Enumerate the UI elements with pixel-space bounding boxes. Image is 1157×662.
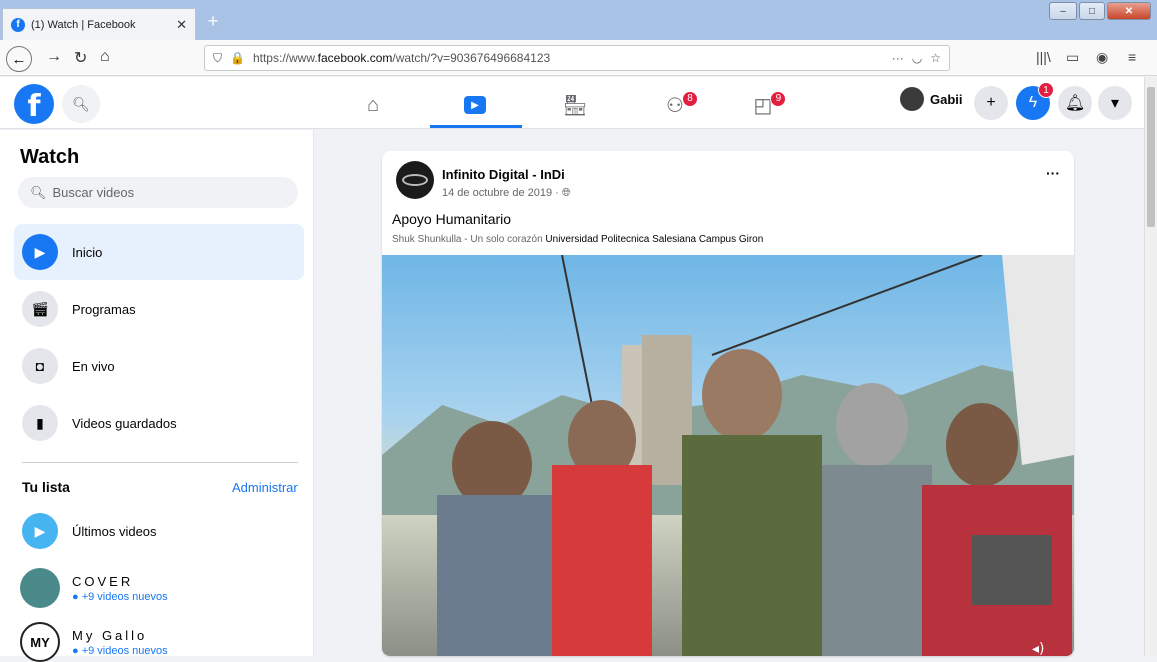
sidebar-divider <box>22 462 298 463</box>
active-tab-indicator <box>430 125 522 128</box>
channel-name: COVER <box>72 573 134 589</box>
channel-avatar <box>20 568 60 608</box>
sidebar-item-label: Inicio <box>72 244 103 260</box>
sidebar-title: Watch <box>20 146 80 168</box>
messenger-badge: 1 <box>1038 82 1054 98</box>
svg-text:◂): ◂) <box>1032 641 1045 656</box>
profile-name: Gabii <box>930 91 963 107</box>
channel-new-videos: ● +9 videos nuevos <box>72 644 168 657</box>
facebook-logo-icon[interactable]: f <box>14 84 54 124</box>
channel-new-videos: ● +9 videos nuevos <box>72 590 168 603</box>
facebook-favicon-icon: f <box>11 17 25 32</box>
tab-title: (1) Watch | Facebook <box>31 18 136 31</box>
home-icon[interactable]: ⌂ <box>100 48 110 66</box>
sidebar-item-label: Videos guardados <box>72 415 177 431</box>
nav-home-icon[interactable]: ⌂ <box>338 85 408 125</box>
create-plus-icon[interactable]: + <box>974 86 1008 120</box>
live-camera-icon: ◘ <box>22 348 58 384</box>
nav-groups-icon[interactable]: ⚇ 8 <box>640 85 710 125</box>
clapper-icon: 🎬︎ <box>22 291 58 327</box>
sidebar-item-programas[interactable]: 🎬︎ Programas <box>14 281 304 337</box>
reload-icon[interactable]: ↻ <box>74 48 87 68</box>
search-placeholder: Buscar videos <box>52 185 135 200</box>
pocket-icon[interactable]: ◡ <box>912 51 922 65</box>
page-actions-icon[interactable]: ··· <box>892 51 904 65</box>
minimize-button[interactable]: – <box>1049 2 1077 20</box>
play-icon: ▶ <box>22 513 58 549</box>
sidebar-item-label: En vivo <box>72 358 115 374</box>
watch-play-icon: ▶ <box>22 234 58 270</box>
manage-link[interactable]: Administrar <box>232 480 298 495</box>
messenger-icon[interactable]: ϟ1 <box>1016 82 1054 120</box>
new-tab-button[interactable]: + <box>202 10 224 32</box>
lock-icon[interactable]: 🔒 <box>230 51 245 65</box>
sidebar-item-latest-videos[interactable]: ▶ Últimos videos <box>14 503 304 559</box>
back-arrow-icon[interactable]: ← <box>6 46 32 72</box>
channel-item-cover[interactable]: COVER ● +9 videos nuevos <box>20 568 168 608</box>
window-controls: – □ ✕ <box>1049 2 1151 20</box>
account-menu-chevron-icon[interactable]: ▾ <box>1098 86 1132 120</box>
bookmark-icon: ▮ <box>22 405 58 441</box>
watch-sidebar: Watch 🔍︎ Buscar videos ▶ Inicio 🎬︎ Progr… <box>0 130 314 662</box>
channel-name: My Gallo <box>72 627 148 643</box>
channel-avatar: MY <box>20 622 60 662</box>
url-text: https://www.facebook.com/watch/?v=903676… <box>252 51 551 65</box>
page-scrollbar[interactable] <box>1144 77 1157 656</box>
post-date[interactable]: 14 de octubre de 2019 · 🌐︎ <box>442 187 571 200</box>
video-post: Infinito Digital - InDi 14 de octubre de… <box>382 151 1074 656</box>
gaming-badge: 9 <box>770 90 787 107</box>
notifications-bell-icon[interactable]: 🔔︎ <box>1058 86 1092 120</box>
sidebar-item-inicio[interactable]: ▶ Inicio <box>14 224 304 280</box>
shield-icon[interactable]: ⛉ <box>213 51 222 66</box>
globe-icon: 🌐︎ <box>561 187 571 199</box>
account-icon[interactable]: ◉ <box>1096 49 1108 66</box>
sidebar-item-videos-guardados[interactable]: ▮ Videos guardados <box>14 395 304 451</box>
hamburger-menu-icon[interactable]: ≡ <box>1128 49 1136 65</box>
video-title: Apoyo Humanitario <box>392 211 512 227</box>
your-list-heading: Tu lista <box>22 479 70 495</box>
maximize-button[interactable]: □ <box>1079 2 1105 20</box>
sidebar-item-label: Últimos videos <box>72 523 157 539</box>
sidebar-item-label: Programas <box>72 301 136 317</box>
nav-marketplace-icon[interactable]: 🏪︎ <box>540 85 610 125</box>
browser-tab[interactable]: f (1) Watch | Facebook ✕ <box>2 8 196 40</box>
close-tab-icon[interactable]: ✕ <box>176 17 187 33</box>
address-bar[interactable]: ⛉ 🔒 https://www.facebook.com/watch/?v=90… <box>204 45 950 71</box>
library-icon[interactable]: |||\ <box>1036 49 1051 65</box>
video-frame-image: ◂) <box>382 255 1074 656</box>
facebook-header: f 🔍︎ ⌂ ▶ 🏪︎ ⚇ 8 ◰ 9 Gabii + ϟ1 🔔︎ ▾ <box>0 77 1144 129</box>
post-options-icon[interactable]: ··· <box>1046 165 1060 181</box>
browser-tab-bar: f (1) Watch | Facebook ✕ + – □ ✕ <box>0 0 1157 40</box>
video-search-input[interactable]: 🔍︎ Buscar videos <box>18 177 298 208</box>
profile-avatar <box>900 87 924 111</box>
scrollbar-thumb[interactable] <box>1147 87 1155 227</box>
sidebar-item-en-vivo[interactable]: ◘ En vivo <box>14 338 304 394</box>
bookmark-star-icon[interactable]: ☆ <box>930 51 941 65</box>
profile-button[interactable]: Gabii <box>900 87 963 111</box>
location-link[interactable]: Universidad Politecnica Salesiana Campus… <box>545 234 763 245</box>
sidebar-toggle-icon[interactable]: ▭ <box>1066 49 1079 66</box>
browser-navigation-bar: ← → ↻ ⌂ ⛉ 🔒 https://www.facebook.com/wat… <box>0 40 1157 76</box>
nav-watch-icon[interactable]: ▶ <box>440 85 510 125</box>
page-avatar[interactable] <box>396 161 434 199</box>
video-subtitle: Shuk Shunkulla - Un solo corazón Univers… <box>392 234 764 245</box>
groups-badge: 8 <box>681 90 698 107</box>
channel-item-my-gallo[interactable]: MY My Gallo ● +9 videos nuevos <box>20 622 168 662</box>
search-icon: 🔍︎ <box>30 184 47 200</box>
close-window-button[interactable]: ✕ <box>1107 2 1151 20</box>
forward-arrow-icon[interactable]: → <box>46 48 62 66</box>
nav-gaming-icon[interactable]: ◰ 9 <box>728 85 798 125</box>
page-name[interactable]: Infinito Digital - InDi <box>442 167 565 182</box>
search-icon[interactable]: 🔍︎ <box>62 85 100 123</box>
video-player[interactable]: ◂) <box>382 255 1074 656</box>
